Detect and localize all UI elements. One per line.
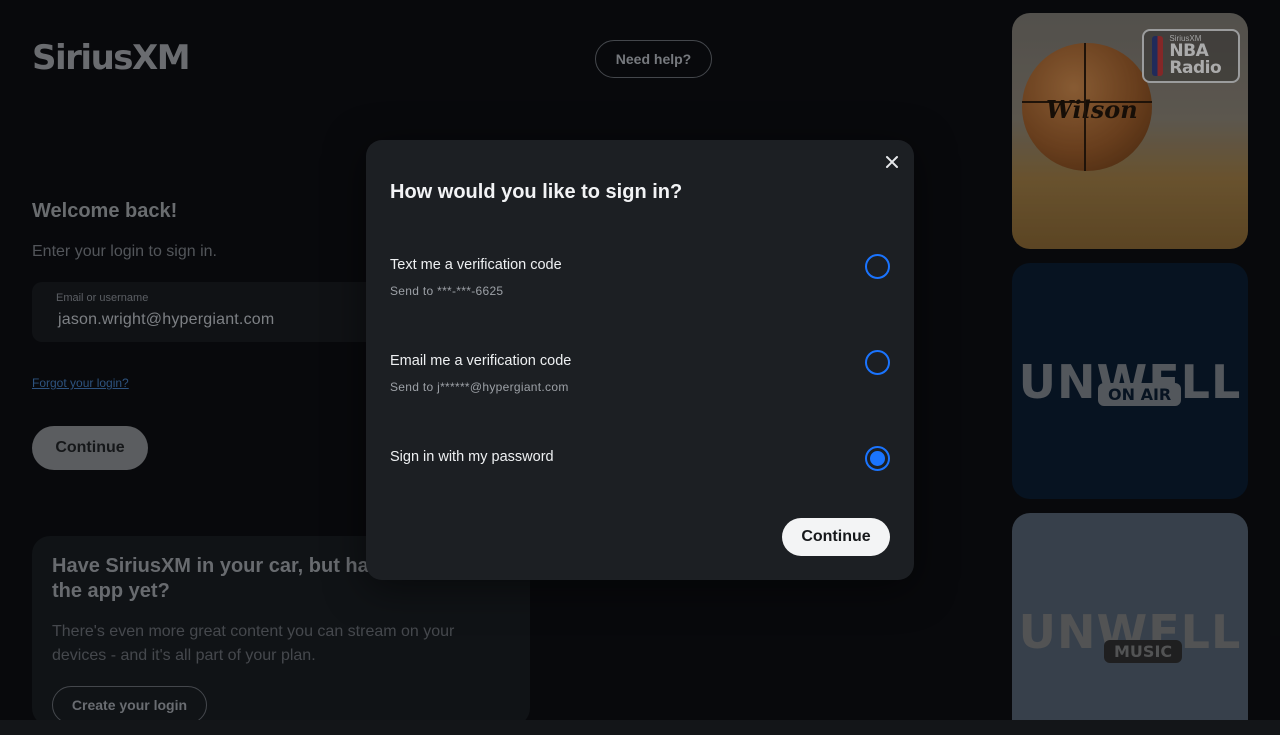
dialog-title: How would you like to sign in? bbox=[390, 181, 683, 203]
page: SiriusXM Need help? Welcome back! Enter … bbox=[0, 0, 1280, 735]
option-password[interactable]: Sign in with my password bbox=[390, 446, 890, 506]
option-label: Email me a verification code bbox=[390, 353, 572, 369]
option-label: Sign in with my password bbox=[390, 449, 554, 465]
dialog-continue-button[interactable]: Continue bbox=[782, 518, 890, 556]
radio-text-code[interactable] bbox=[865, 254, 890, 279]
option-detail: Send to ***-***-6625 bbox=[390, 284, 504, 298]
radio-email-code[interactable] bbox=[865, 350, 890, 375]
close-button[interactable] bbox=[882, 152, 902, 172]
option-label: Text me a verification code bbox=[390, 257, 562, 273]
option-detail: Send to j******@hypergiant.com bbox=[390, 380, 569, 394]
radio-password[interactable] bbox=[865, 446, 890, 471]
close-icon bbox=[886, 156, 898, 168]
option-email-code[interactable]: Email me a verification code Send to j**… bbox=[390, 350, 890, 410]
sign-in-method-dialog: How would you like to sign in? Text me a… bbox=[366, 140, 914, 580]
option-text-code[interactable]: Text me a verification code Send to ***-… bbox=[390, 254, 890, 314]
